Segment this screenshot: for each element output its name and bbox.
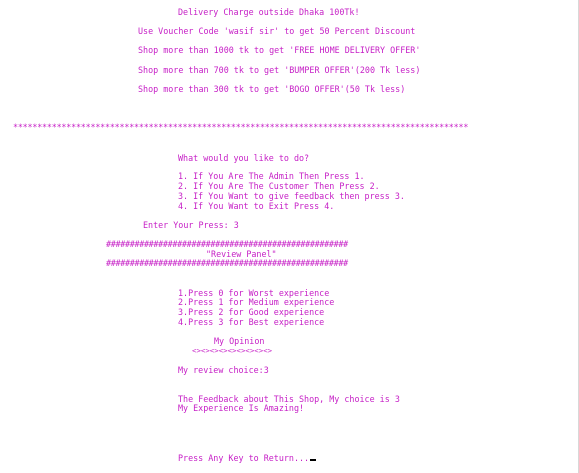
review-panel-top-border: ########################################… [106,239,348,249]
bogo-offer-notice: Shop more than 300 tk to get 'BOGO OFFER… [138,84,406,94]
menu-question: What would you like to do? [178,153,310,163]
return-prompt: Press Any Key to Return... [178,453,310,463]
text-cursor [310,459,317,461]
star-separator: ****************************************… [13,122,469,132]
bumper-offer-notice: Shop more than 700 tk to get 'BUMPER OFF… [138,65,421,75]
opinion-heading: My Opinion [214,336,265,346]
return-prompt-line: Press Any Key to Return... [178,453,317,463]
voucher-offer-notice: Use Voucher Code 'wasif sir' to get 50 P… [138,26,416,36]
review-option-good: 3.Press 2 for Good experience [178,307,325,317]
review-panel-bottom-border: ########################################… [106,258,348,268]
free-delivery-offer-notice: Shop more than 1000 tk to get 'FREE HOME… [138,45,421,55]
opinion-divider: <><><><><><><><><> [192,346,273,355]
delivery-charge-notice: Delivery Charge outside Dhaka 100Tk! [178,7,360,17]
review-option-best: 4.Press 3 for Best experience [178,317,325,327]
menu-option-exit: 4. If You Want to Exit Press 4. [178,201,335,211]
menu-option-admin: 1. If You Are The Admin Then Press 1. [178,171,365,181]
review-option-medium: 2.Press 1 for Medium experience [178,297,335,307]
press-prompt: Enter Your Press: 3 [143,220,239,230]
menu-option-customer: 2. If You Are The Customer Then Press 2. [178,181,380,191]
feedback-experience-line: My Experience Is Amazing! [178,403,305,413]
review-choice-line: My review choice:3 [178,365,269,375]
menu-option-feedback: 3. If You Want to give feedback then pre… [178,191,405,201]
console-window[interactable]: Delivery Charge outside Dhaka 100Tk! Use… [0,0,579,473]
